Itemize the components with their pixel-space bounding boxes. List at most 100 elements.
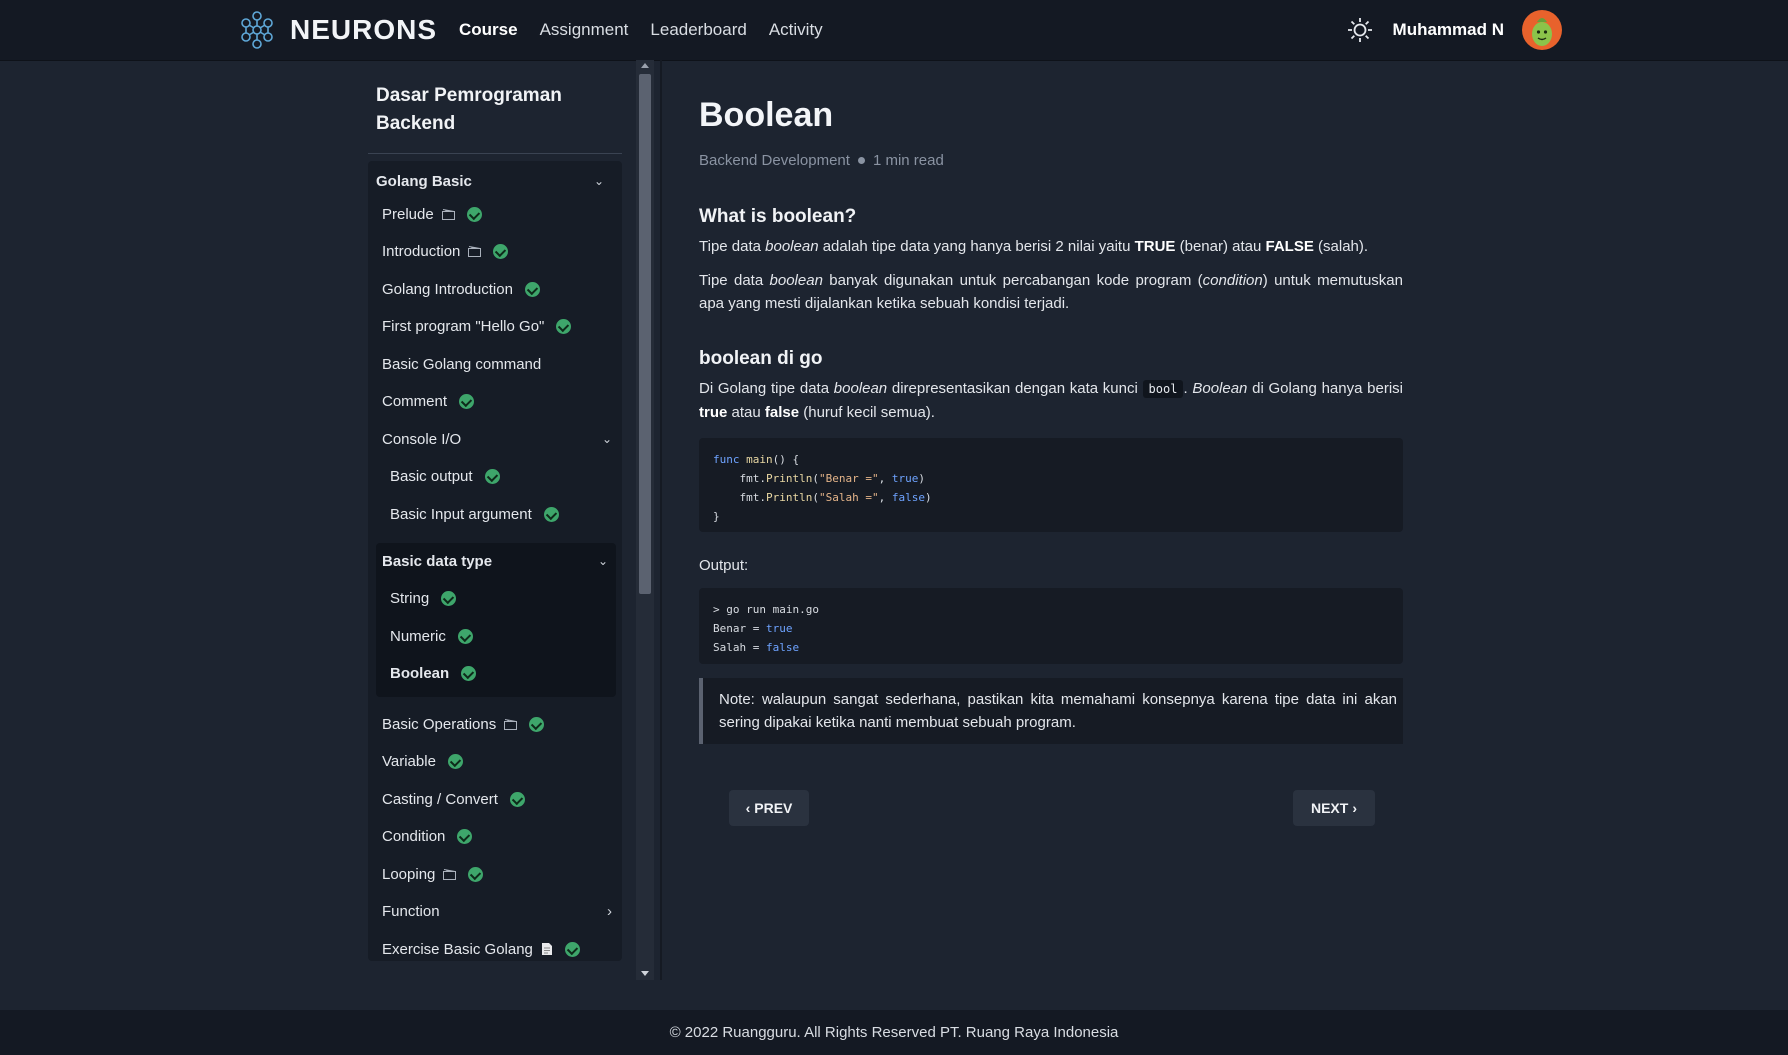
code-token: false bbox=[891, 491, 925, 504]
sidebar-item-label: Variable bbox=[382, 752, 436, 770]
code-line: } bbox=[713, 510, 720, 523]
sidebar-item-label: Numeric bbox=[390, 627, 446, 645]
code-token: ) bbox=[918, 472, 925, 485]
code-token: true bbox=[765, 622, 793, 635]
sidebar-group-console-io[interactable]: Console I/O ⌄ bbox=[382, 421, 614, 457]
prev-button[interactable]: ‹ PREV bbox=[729, 790, 809, 826]
text: (huruf kecil semua). bbox=[799, 404, 935, 421]
sidebar-item-introduction[interactable]: Introduction bbox=[382, 233, 509, 269]
code-block[interactable]: func main() { fmt.Println("Benar =", tru… bbox=[699, 438, 1403, 532]
sidebar-item-golang-introduction[interactable]: Golang Introduction bbox=[382, 271, 540, 307]
completed-check-icon bbox=[447, 753, 463, 769]
sidebar-item-prelude[interactable]: Prelude bbox=[382, 196, 482, 232]
user-name[interactable]: Muhammad N bbox=[1393, 20, 1504, 40]
sidebar-item-looping[interactable]: Looping bbox=[382, 856, 484, 892]
sidebar-item-label: Basic data type bbox=[382, 552, 493, 570]
sidebar-group-function[interactable]: Function › bbox=[382, 893, 614, 929]
sidebar-item-first-program[interactable]: First program "Hello Go" bbox=[382, 308, 572, 344]
avatar-character-icon bbox=[1532, 18, 1552, 46]
chevron-right-icon: › bbox=[607, 902, 612, 920]
course-sidebar: Dasar Pemrograman Backend Golang Basic ⌄… bbox=[368, 60, 622, 980]
theme-toggle-sun-icon[interactable] bbox=[1345, 15, 1375, 45]
nav-activity[interactable]: Activity bbox=[769, 20, 823, 40]
module-golang-basic: Golang Basic ⌄ Prelude Introduction Gola… bbox=[368, 161, 622, 961]
completed-check-icon bbox=[468, 866, 484, 882]
sidebar-group-header[interactable]: Basic data type ⌄ bbox=[382, 543, 610, 579]
brand-logo[interactable]: NEURONS bbox=[238, 10, 437, 50]
text-bold: true bbox=[699, 404, 728, 421]
sidebar-item-variable[interactable]: Variable bbox=[382, 743, 463, 779]
completed-check-icon bbox=[461, 665, 477, 681]
footer: © 2022 Ruangguru. All Rights Reserved PT… bbox=[0, 1010, 1788, 1055]
paragraph: Tipe data boolean banyak digunakan untuk… bbox=[699, 269, 1403, 315]
nav-assignment[interactable]: Assignment bbox=[540, 20, 629, 40]
module-title: Golang Basic bbox=[376, 172, 472, 190]
sidebar-item-numeric[interactable]: Numeric bbox=[390, 618, 473, 654]
chevron-down-icon: ⌄ bbox=[601, 432, 612, 446]
top-navbar: NEURONS Course Assignment Leaderboard Ac… bbox=[0, 0, 1788, 60]
user-area: Muhammad N bbox=[1345, 0, 1562, 60]
brand-name: NEURONS bbox=[290, 14, 438, 45]
code-token: "Benar =" bbox=[818, 472, 879, 485]
scroll-up-arrow-icon[interactable] bbox=[641, 63, 649, 68]
text-bold: TRUE bbox=[1134, 238, 1176, 255]
completed-check-icon bbox=[457, 828, 473, 844]
code-token: fmt. bbox=[713, 472, 766, 485]
sidebar-item-basic-operations[interactable]: Basic Operations bbox=[382, 706, 545, 742]
scroll-down-arrow-icon[interactable] bbox=[641, 971, 649, 976]
code-token: "Salah =" bbox=[818, 491, 879, 504]
module-header[interactable]: Golang Basic ⌄ bbox=[376, 163, 614, 199]
separator-dot bbox=[857, 157, 865, 164]
completed-check-icon bbox=[441, 590, 457, 606]
sidebar-item-label: Casting / Convert bbox=[382, 790, 498, 808]
output-label: Output: bbox=[699, 557, 749, 574]
completed-check-icon bbox=[564, 941, 580, 957]
scrollbar-thumb[interactable] bbox=[639, 74, 651, 594]
sidebar-item-condition[interactable]: Condition bbox=[382, 818, 473, 854]
sidebar-item-basic-output[interactable]: Basic output bbox=[390, 458, 500, 494]
sidebar-item-boolean-active[interactable]: Boolean bbox=[390, 655, 477, 691]
code-token: ( bbox=[812, 472, 819, 485]
note-callout: Note: walaupun sangat sederhana, pastika… bbox=[699, 678, 1403, 744]
completed-check-icon bbox=[459, 393, 475, 409]
text: (salah). bbox=[1313, 238, 1369, 255]
sidebar-item-label: Boolean bbox=[390, 664, 450, 682]
completed-check-icon bbox=[493, 243, 509, 259]
sidebar-item-basic-input-argument[interactable]: Basic Input argument bbox=[390, 496, 559, 532]
output-line: Salah = false bbox=[713, 638, 1389, 657]
neurons-logo-icon bbox=[241, 11, 273, 49]
sidebar-scrollbar[interactable] bbox=[636, 60, 654, 980]
sidebar-item-casting-convert[interactable]: Casting / Convert bbox=[382, 781, 525, 817]
paragraph: Di Golang tipe data boolean direpresenta… bbox=[699, 377, 1403, 424]
avatar[interactable] bbox=[1522, 10, 1562, 50]
inline-code: bool bbox=[1142, 380, 1184, 398]
video-icon bbox=[443, 868, 457, 880]
completed-check-icon bbox=[466, 206, 482, 222]
sidebar-item-string[interactable]: String bbox=[390, 580, 457, 616]
prev-label: PREV bbox=[754, 800, 793, 816]
sidebar-group-basic-data-type: Basic data type ⌄ String Numeric Boolean bbox=[376, 543, 616, 697]
next-button[interactable]: NEXT › bbox=[1293, 790, 1375, 826]
sidebar-item-label: String bbox=[390, 589, 430, 607]
video-icon bbox=[468, 245, 482, 257]
sidebar-item-exercise-basic-golang[interactable]: Exercise Basic Golang bbox=[382, 931, 580, 967]
article-category: Backend Development bbox=[699, 152, 850, 169]
code-token: Benar = bbox=[713, 622, 766, 635]
text: banyak digunakan untuk percabangan kode … bbox=[822, 272, 1203, 289]
sidebar-item-label: First program "Hello Go" bbox=[382, 317, 545, 335]
sidebar-item-comment[interactable]: Comment bbox=[382, 383, 475, 419]
text-italic: boolean bbox=[769, 272, 823, 289]
code-token: main bbox=[746, 453, 773, 466]
code-token: Println bbox=[765, 472, 813, 485]
nav-course[interactable]: Course bbox=[459, 20, 518, 40]
completed-check-icon bbox=[556, 318, 572, 334]
nav-leaderboard[interactable]: Leaderboard bbox=[650, 20, 746, 40]
code-token: fmt. bbox=[713, 491, 766, 504]
paragraph: Tipe data boolean adalah tipe data yang … bbox=[699, 235, 1403, 258]
sidebar-item-basic-golang-command[interactable]: Basic Golang command bbox=[382, 346, 541, 382]
video-icon bbox=[441, 208, 455, 220]
course-title: Dasar Pemrograman Backend bbox=[376, 85, 562, 134]
output-block[interactable]: > go run main.go Benar = true Salah = fals… bbox=[699, 588, 1403, 664]
sidebar-item-label: Exercise Basic Golang bbox=[382, 940, 533, 958]
text-italic: Boolean bbox=[1192, 380, 1248, 397]
